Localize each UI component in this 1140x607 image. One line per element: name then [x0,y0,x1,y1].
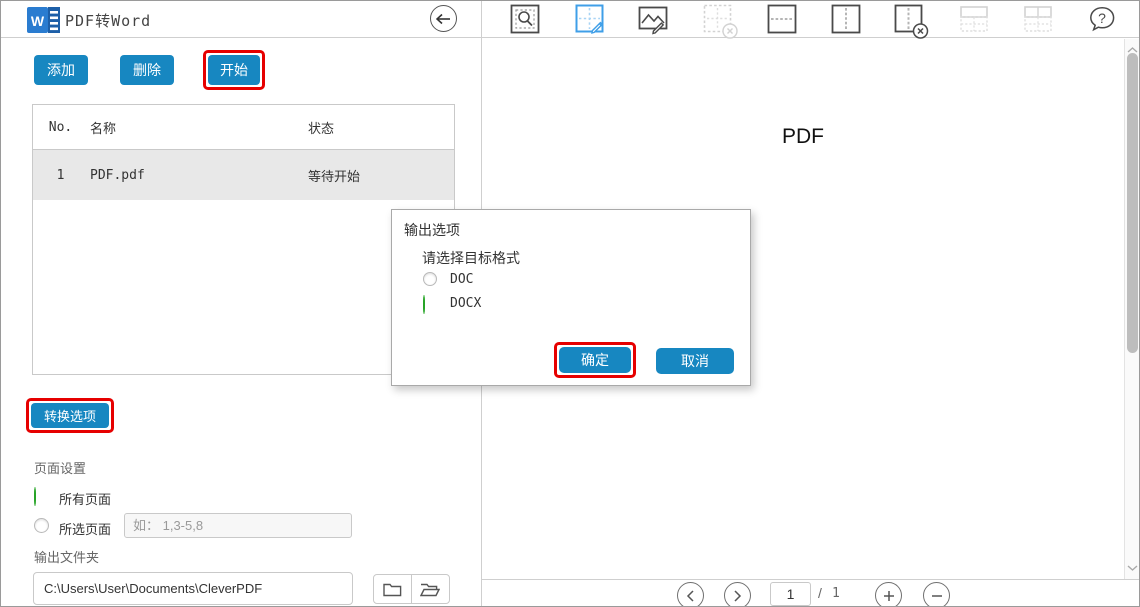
total-pages-label: 1 [832,586,840,601]
split-vertical-tool[interactable] [831,4,861,34]
docx-radio-label[interactable]: DOCX [450,296,481,311]
convert-options-button[interactable]: 转换选项 [31,403,109,428]
table-rows-tool [959,4,989,34]
start-button[interactable]: 开始 [208,55,260,85]
output-options-dialog: 输出选项 请选择目标格式 DOC DOCX 确定 取消 [391,209,751,386]
chevron-right-icon [733,590,742,602]
zoom-out-button[interactable] [923,582,950,607]
edit-image-tool[interactable] [638,4,668,34]
word-logo-icon: W [27,7,60,33]
add-button[interactable]: 添加 [34,55,88,85]
svg-text:W: W [31,13,45,29]
help-icon: ? [1087,4,1117,34]
remove-area-icon [703,4,733,34]
page-title: PDF转Word [65,10,151,31]
doc-radio[interactable] [423,272,437,286]
scrollbar-down-arrow[interactable] [1127,559,1138,577]
remove-area-tool [703,4,733,34]
ok-button-highlight: 确定 [554,342,636,378]
table-row[interactable]: 1 PDF.pdf 等待开始 [33,150,454,200]
dialog-prompt: 请选择目标格式 [422,248,520,268]
column-header-no: No. [33,120,88,135]
docx-radio[interactable] [423,295,425,314]
pager-separator-line [482,579,1140,580]
all-pages-label[interactable]: 所有页面 [59,489,111,508]
split-vertical-icon [831,4,861,34]
folder-closed-icon [383,582,402,597]
split-horizontal-icon [767,4,797,34]
folder-button-group [373,574,450,604]
chevron-left-icon [686,590,695,602]
page-range-input[interactable] [124,513,352,538]
file-table-header: No. 名称 状态 [33,105,454,150]
start-button-highlight: 开始 [203,50,265,90]
ok-button[interactable]: 确定 [559,347,631,373]
open-folder-button[interactable] [412,575,450,603]
current-page-input[interactable] [770,582,811,606]
edit-image-icon [638,4,668,34]
next-page-button[interactable] [724,582,751,607]
row-file-name: PDF.pdf [88,168,308,183]
row-no: 1 [33,168,88,183]
output-folder-label: 输出文件夹 [34,547,99,566]
split-horizontal-tool[interactable] [767,4,797,34]
table-columns-tool [1023,4,1053,34]
help-tool[interactable]: ? [1087,4,1117,34]
column-header-status: 状态 [308,118,454,137]
remove-vertical-split-tool[interactable] [894,4,924,34]
page-count-separator: / [818,585,822,601]
cancel-button[interactable]: 取消 [656,348,734,374]
svg-text:?: ? [1098,10,1106,26]
zoom-in-button[interactable] [875,582,902,607]
delete-button[interactable]: 删除 [120,55,174,85]
page-settings-label: 页面设置 [34,458,86,477]
edit-area-tool[interactable] [575,4,605,34]
plus-icon [883,590,895,602]
convert-options-highlight: 转换选项 [26,398,114,433]
pdf-preview-page-text: PDF [482,125,1124,149]
minus-icon [931,590,943,602]
zoom-area-tool[interactable] [510,4,540,34]
pdf-to-word-app-window: W PDF转Word 添加 删除 开始 No. 名称 状态 1 PDF.pdf … [0,0,1140,607]
choose-folder-button[interactable] [374,575,412,603]
back-button[interactable] [430,5,457,32]
dialog-title: 输出选项 [404,220,460,240]
edit-area-icon [575,4,605,34]
table-rows-icon [959,4,989,34]
selected-pages-radio[interactable] [34,518,49,533]
preview-scrollbar-thumb[interactable] [1127,53,1138,353]
row-status: 等待开始 [308,166,454,185]
remove-vertical-split-icon [894,4,924,34]
folder-open-icon [420,582,440,597]
back-arrow-icon [436,13,451,25]
zoom-area-icon [510,4,540,34]
all-pages-radio[interactable] [34,487,36,506]
previous-page-button[interactable] [677,582,704,607]
column-header-name: 名称 [88,118,308,137]
doc-radio-label[interactable]: DOC [450,272,473,287]
output-path-input[interactable] [33,572,353,605]
table-columns-icon [1023,4,1053,34]
selected-pages-label[interactable]: 所选页面 [59,519,111,538]
